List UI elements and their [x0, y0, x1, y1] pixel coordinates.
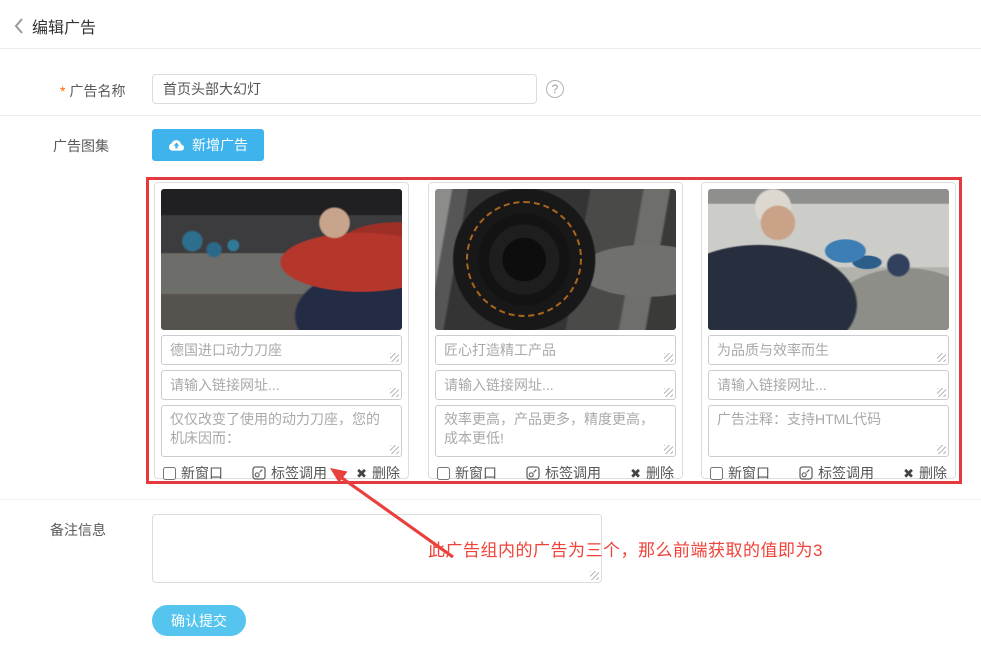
new-window-label: 新窗口	[455, 463, 497, 483]
turret-ring-decoration	[466, 201, 582, 317]
back-and-title[interactable]: 编辑广告	[14, 14, 96, 38]
add-ad-button[interactable]: 新增广告	[152, 129, 264, 161]
card-actions-3: 新窗口 标签调用 ✖ 删除	[708, 463, 949, 483]
new-window-label: 新窗口	[728, 463, 770, 483]
delete-button-3[interactable]: ✖ 删除	[903, 463, 947, 483]
new-window-checkbox-2[interactable]: 新窗口	[437, 463, 497, 483]
tag-call-label: 标签调用	[818, 463, 874, 483]
delete-label: 删除	[919, 463, 947, 483]
card-actions-2: 新窗口 标签调用 ✖ 删除	[435, 463, 676, 483]
section-divider-bottom	[0, 499, 981, 500]
ad-link-input-2[interactable]	[435, 370, 676, 400]
tag-call-icon	[252, 466, 266, 480]
ad-link-input-3[interactable]	[708, 370, 949, 400]
gallery-label: 广告图集	[53, 136, 109, 156]
x-mark-icon: ✖	[356, 467, 367, 480]
delete-label: 删除	[646, 463, 674, 483]
question-circle-icon[interactable]: ?	[546, 80, 564, 98]
ad-note-input-3[interactable]	[708, 405, 949, 457]
add-ad-button-label: 新增广告	[192, 135, 248, 155]
tag-call-button-2[interactable]: 标签调用	[526, 463, 601, 483]
remark-label: 备注信息	[50, 520, 106, 540]
delete-label: 删除	[372, 463, 400, 483]
submit-button[interactable]: 确认提交	[152, 605, 246, 636]
chevron-left-icon[interactable]	[14, 18, 24, 34]
remark-textarea[interactable]	[152, 514, 602, 583]
page-title: 编辑广告	[32, 14, 96, 38]
ad-title-input-2[interactable]: 匠心打造精工产品	[435, 335, 676, 365]
required-asterisk: *	[60, 83, 65, 99]
x-mark-icon: ✖	[630, 467, 641, 480]
ad-image-2[interactable]	[435, 189, 676, 330]
ad-name-label: *广告名称	[60, 81, 125, 101]
ad-link-input-1[interactable]	[161, 370, 402, 400]
ad-note-input-2[interactable]: 效率更高，产品更多，精度更高，成本更低!	[435, 405, 676, 457]
x-mark-icon: ✖	[903, 467, 914, 480]
ad-card-1: 德国进口动力刀座 仅仅改变了使用的动力刀座，您的机床因而： 新窗口 标签调用 ✖…	[154, 182, 409, 479]
new-window-checkbox-1[interactable]: 新窗口	[163, 463, 223, 483]
cloud-upload-icon	[168, 138, 185, 152]
ad-card-3: 为品质与效率而生 新窗口 标签调用 ✖ 删除	[701, 182, 956, 479]
section-divider	[0, 115, 981, 116]
ad-name-label-text: 广告名称	[69, 83, 125, 99]
delete-button-1[interactable]: ✖ 删除	[356, 463, 400, 483]
tag-call-label: 标签调用	[545, 463, 601, 483]
tag-call-label: 标签调用	[271, 463, 327, 483]
ad-image-3[interactable]	[708, 189, 949, 330]
new-window-checkbox-3[interactable]: 新窗口	[710, 463, 770, 483]
ad-card-2: 匠心打造精工产品 效率更高，产品更多，精度更高，成本更低! 新窗口 标签调用 ✖…	[428, 182, 683, 479]
new-window-checkbox-input-1[interactable]	[163, 467, 176, 480]
new-window-checkbox-input-3[interactable]	[710, 467, 723, 480]
ad-image-1[interactable]	[161, 189, 402, 330]
tag-call-button-3[interactable]: 标签调用	[799, 463, 874, 483]
card-actions-1: 新窗口 标签调用 ✖ 删除	[161, 463, 402, 483]
tag-call-icon	[799, 466, 813, 480]
header-divider	[0, 48, 981, 49]
new-window-checkbox-input-2[interactable]	[437, 467, 450, 480]
edit-ad-page: 编辑广告 *广告名称 ? 广告图集 新增广告 德国进口动力刀座 仅仅改变了使用的…	[0, 0, 981, 665]
ad-title-input-1[interactable]: 德国进口动力刀座	[161, 335, 402, 365]
ad-title-input-3[interactable]: 为品质与效率而生	[708, 335, 949, 365]
tag-call-button-1[interactable]: 标签调用	[252, 463, 327, 483]
new-window-label: 新窗口	[181, 463, 223, 483]
ad-note-input-1[interactable]: 仅仅改变了使用的动力刀座，您的机床因而：	[161, 405, 402, 457]
ad-name-input[interactable]	[152, 74, 537, 104]
delete-button-2[interactable]: ✖ 删除	[630, 463, 674, 483]
tag-call-icon	[526, 466, 540, 480]
